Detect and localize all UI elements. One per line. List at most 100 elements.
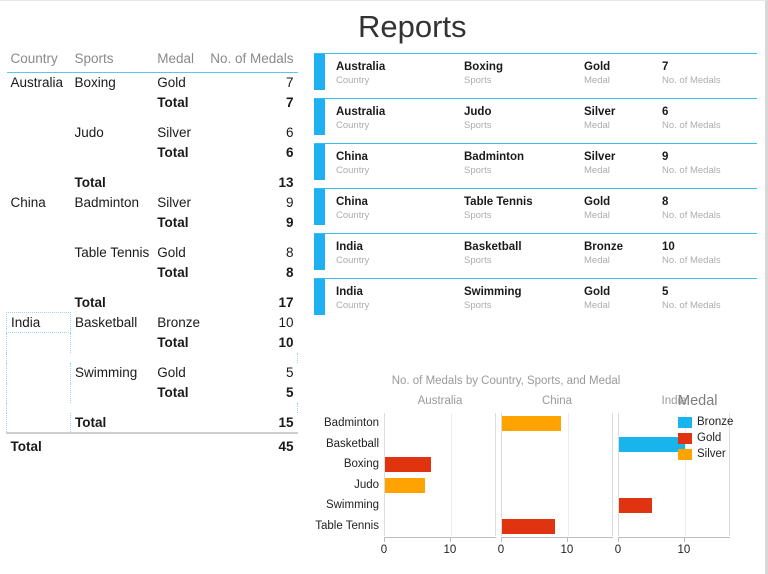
cell-count[interactable]: 9 <box>206 193 297 213</box>
column-header-country[interactable]: Country <box>6 51 71 73</box>
cell-medal[interactable]: Silver <box>153 193 206 213</box>
cell-sports[interactable] <box>70 333 153 353</box>
cell-country[interactable] <box>7 213 71 233</box>
table-row[interactable]: Total 8 <box>7 263 298 283</box>
cell-medal[interactable]: Total <box>153 143 206 163</box>
cell-country[interactable] <box>7 263 71 283</box>
cell-sports[interactable]: Basketball <box>70 313 153 333</box>
table-row[interactable]: Total 7 <box>7 93 298 113</box>
table-row[interactable]: Total 17 <box>7 293 298 313</box>
chart-bar[interactable] <box>502 416 562 431</box>
cell-medal[interactable]: Gold <box>153 73 206 93</box>
cell-medal[interactable] <box>153 293 206 313</box>
cell-medal[interactable]: Total <box>153 383 206 403</box>
legend-swatch-silver <box>678 448 692 460</box>
cell-sports[interactable]: Badminton <box>70 193 153 213</box>
cell-sports[interactable]: Table Tennis <box>70 243 153 263</box>
legend-entry-bronze[interactable]: Bronze <box>678 414 733 430</box>
cell-medal[interactable]: Silver <box>153 123 206 143</box>
cell-count[interactable]: 6 <box>206 123 297 143</box>
cell-sports[interactable] <box>70 93 153 113</box>
cell-medal[interactable]: Bronze <box>153 313 206 333</box>
cell-country[interactable] <box>6 382 71 403</box>
cell-count[interactable]: 10 <box>206 313 297 333</box>
report-card[interactable]: India Country Basketball Sports Bronze Medal 1… <box>314 233 757 278</box>
cell-count[interactable]: 10 <box>206 333 297 353</box>
cell-count[interactable]: 7 <box>206 73 297 93</box>
table-row[interactable]: Table Tennis Gold 8 <box>7 243 298 263</box>
table-row[interactable]: Total 15 <box>6 412 298 433</box>
chart-bar[interactable] <box>502 518 555 534</box>
cell-count[interactable]: 5 <box>206 383 297 403</box>
table-row[interactable]: Total 13 <box>7 173 298 193</box>
table-row[interactable]: Swimming Gold 5 <box>6 362 298 383</box>
cell-count[interactable]: 9 <box>206 213 297 233</box>
chart-bar[interactable] <box>385 477 425 493</box>
cell-country[interactable] <box>7 123 71 143</box>
chart-bar[interactable] <box>385 457 432 472</box>
table-row[interactable]: Total 10 <box>6 332 298 353</box>
cell-count[interactable]: 8 <box>206 263 297 283</box>
card-field-count: 5 No. of Medals <box>662 285 721 312</box>
cell-country[interactable] <box>7 173 71 193</box>
chart-bar[interactable] <box>619 498 652 513</box>
report-card[interactable]: China Country Badminton Sports Silver Medal 9 N… <box>314 143 757 188</box>
legend-entry-silver[interactable]: Silver <box>678 446 733 462</box>
cell-country[interactable] <box>7 143 71 163</box>
column-header-no-of-medals[interactable]: No. of Medals <box>206 51 298 73</box>
report-card[interactable]: Australia Country Boxing Sports Gold Medal 7 No… <box>314 53 757 98</box>
table-row[interactable]: Judo Silver 6 <box>7 123 298 143</box>
cell-medal[interactable]: Gold <box>153 243 206 263</box>
cell-count[interactable]: 5 <box>206 363 297 383</box>
cell-sports[interactable]: Swimming <box>70 363 153 383</box>
legend-entry-gold[interactable]: Gold <box>678 430 733 446</box>
cell-sports[interactable] <box>70 213 153 233</box>
table-row[interactable]: Australia Boxing Gold 7 <box>7 73 298 93</box>
cell-count[interactable]: 17 <box>206 293 297 313</box>
cell-sports[interactable] <box>70 383 153 403</box>
cell-sports[interactable] <box>70 143 153 163</box>
cell-country[interactable] <box>6 412 71 433</box>
cell-medal[interactable] <box>153 173 206 193</box>
cell-sports[interactable] <box>70 263 153 283</box>
cell-medal[interactable]: Total <box>153 93 206 113</box>
cell-medal[interactable]: Total <box>153 213 206 233</box>
cell-count[interactable]: 15 <box>206 413 297 433</box>
column-header-medal[interactable]: Medal <box>153 51 207 73</box>
card-field-country-value: China <box>336 151 368 163</box>
report-card[interactable]: India Country Swimming Sports Gold Medal 5 No. … <box>314 278 757 323</box>
cell-country[interactable] <box>6 362 71 383</box>
cell-sports[interactable]: Total <box>70 173 153 193</box>
chart-bar[interactable] <box>619 436 685 452</box>
cell-count[interactable]: 8 <box>206 243 297 263</box>
cell-medal[interactable]: Total <box>153 333 206 353</box>
cell-country[interactable]: India <box>6 312 71 333</box>
card-field-count-value: 8 <box>662 196 669 208</box>
cell-count[interactable]: 6 <box>206 143 297 163</box>
cell-country[interactable] <box>7 293 71 313</box>
cell-country[interactable] <box>7 93 71 113</box>
cell-country[interactable]: Australia <box>7 73 71 93</box>
cell-sports[interactable]: Total <box>70 413 153 433</box>
cell-country[interactable] <box>6 332 71 353</box>
cell-count[interactable]: 13 <box>206 173 297 193</box>
cell-sports[interactable]: Total <box>70 293 153 313</box>
cell-medal[interactable]: Gold <box>153 363 206 383</box>
table-row[interactable]: Total 9 <box>7 213 298 233</box>
cell-count[interactable]: 7 <box>206 93 297 113</box>
table-row[interactable]: Total 6 <box>7 143 298 163</box>
cell-medal[interactable] <box>153 413 206 433</box>
cell-country[interactable] <box>7 243 71 263</box>
report-card[interactable]: China Country Table Tennis Sports Gold Medal 8… <box>314 188 757 233</box>
grand-total-row[interactable]: Total 45 <box>6 431 298 456</box>
table-row[interactable]: China Badminton Silver 9 <box>7 193 298 213</box>
report-card[interactable]: Australia Country Judo Sports Silver Medal 6 No… <box>314 98 757 143</box>
cell-sports[interactable]: Judo <box>70 123 153 143</box>
cell-country[interactable]: China <box>7 193 71 213</box>
table-row[interactable]: India Basketball Bronze 10 <box>6 312 298 333</box>
cell-medal[interactable]: Total <box>153 263 206 283</box>
table-row[interactable]: Total 5 <box>6 382 298 403</box>
cell-sports[interactable]: Boxing <box>70 73 153 93</box>
column-header-sports[interactable]: Sports <box>70 51 154 73</box>
card-field-sports-label: Sports <box>464 210 492 221</box>
